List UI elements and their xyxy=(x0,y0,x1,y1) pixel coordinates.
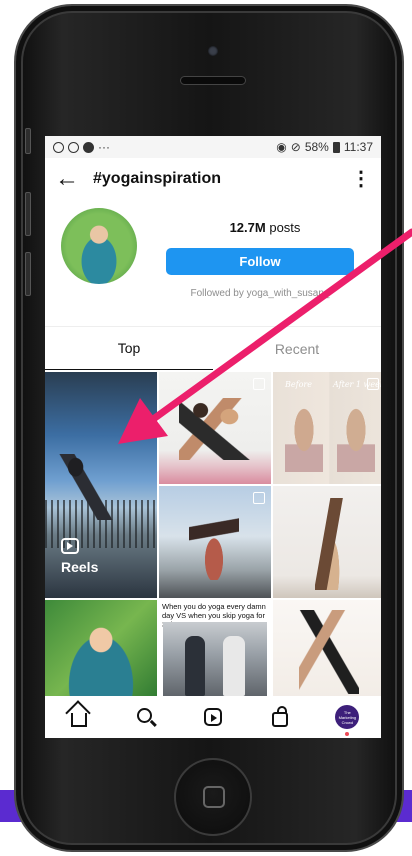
earpiece-speaker xyxy=(180,76,246,85)
wifi-icon: ◉ xyxy=(276,140,287,154)
grid-post-leg-stretch[interactable] xyxy=(273,486,381,598)
meme-photo xyxy=(163,622,267,700)
battery-percent: 58% xyxy=(304,140,329,154)
hashtag-summary: 12.7M posts Follow Followed by yoga_with… xyxy=(45,200,381,300)
clock: 11:37 xyxy=(343,140,373,154)
profile-avatar: The Marketing Crowd xyxy=(335,705,360,729)
nav-shop[interactable] xyxy=(267,704,293,730)
reel-post[interactable]: Reels xyxy=(45,372,157,598)
grid-post-prayer-pose[interactable] xyxy=(45,600,157,700)
stage: ··· ◉ ⊘ 58% 11:37 ← #yogainspiration ⋮ 1… xyxy=(0,0,412,856)
nav-profile[interactable]: The Marketing Crowd xyxy=(334,704,360,736)
nav-search[interactable] xyxy=(133,704,159,730)
notification-dot xyxy=(345,732,350,736)
volume-down-button xyxy=(25,252,31,296)
post-figure-before xyxy=(285,402,323,472)
home-button[interactable] xyxy=(174,758,252,836)
status-bar: ··· ◉ ⊘ 58% 11:37 xyxy=(45,136,381,158)
instagram-notification-icon xyxy=(53,141,64,153)
home-button-square-icon xyxy=(203,786,225,808)
volume-up-button xyxy=(25,192,31,236)
front-camera xyxy=(208,46,218,56)
grid-post-meme[interactable]: When you do yoga every damn day VS when … xyxy=(159,600,271,700)
nav-home[interactable] xyxy=(66,704,92,730)
app-screen: ··· ◉ ⊘ 58% 11:37 ← #yogainspiration ⋮ 1… xyxy=(45,136,381,738)
pinterest-notification-icon xyxy=(68,141,79,153)
multiple-photos-icon xyxy=(253,378,265,390)
post-figure xyxy=(189,500,239,580)
followed-by-text[interactable]: Followed by yoga_with_susan_ xyxy=(166,288,354,299)
mute-switch xyxy=(25,128,31,154)
grid-post-partner-yoga[interactable] xyxy=(159,372,271,484)
grid-post-before-after[interactable]: Before After 1 week xyxy=(273,372,381,484)
reels-icon xyxy=(61,538,79,554)
grid-post-headstand[interactable] xyxy=(159,486,271,598)
post-figure xyxy=(299,610,359,694)
nav-reels[interactable] xyxy=(200,704,226,730)
reels-label: Reels xyxy=(61,559,99,575)
posts-label: posts xyxy=(269,220,301,235)
post-figure xyxy=(179,398,251,460)
multiple-photos-icon xyxy=(367,378,379,390)
posts-count-line: 12.7M posts xyxy=(165,220,365,235)
follow-button[interactable]: Follow xyxy=(166,248,354,275)
before-caption: Before xyxy=(285,380,312,389)
status-ellipsis: ··· xyxy=(98,140,110,154)
reel-yogi-figure xyxy=(57,454,119,520)
grid-post-standing-pose[interactable] xyxy=(273,600,381,700)
shopping-bag-icon xyxy=(272,705,289,727)
status-left: ··· xyxy=(53,140,110,154)
multiple-photos-icon xyxy=(253,492,265,504)
post-grid: Reels Before After 1 week When you do yo… xyxy=(45,372,381,700)
hashtag-avatar xyxy=(61,208,137,284)
battery-icon xyxy=(332,141,340,153)
more-options-icon[interactable]: ⋮ xyxy=(351,169,371,189)
search-icon xyxy=(136,708,152,723)
dnd-icon: ⊘ xyxy=(290,140,301,154)
feed-tabs: Top Recent xyxy=(45,326,381,370)
home-icon xyxy=(70,713,87,727)
back-arrow-icon[interactable]: ← xyxy=(55,165,85,193)
app-notification-icon xyxy=(83,141,94,153)
post-figure-after xyxy=(337,402,375,472)
reels-icon xyxy=(203,708,222,726)
post-figure xyxy=(315,498,349,590)
status-right: ◉ ⊘ 58% 11:37 xyxy=(276,140,373,154)
hashtag-title: #yogainspiration xyxy=(93,170,222,187)
posts-count: 12.7M xyxy=(229,220,266,235)
tab-top[interactable]: Top xyxy=(45,327,213,370)
hashtag-header: ← #yogainspiration ⋮ xyxy=(45,158,381,200)
bottom-navigation: The Marketing Crowd xyxy=(45,696,381,738)
tab-recent[interactable]: Recent xyxy=(213,327,381,370)
